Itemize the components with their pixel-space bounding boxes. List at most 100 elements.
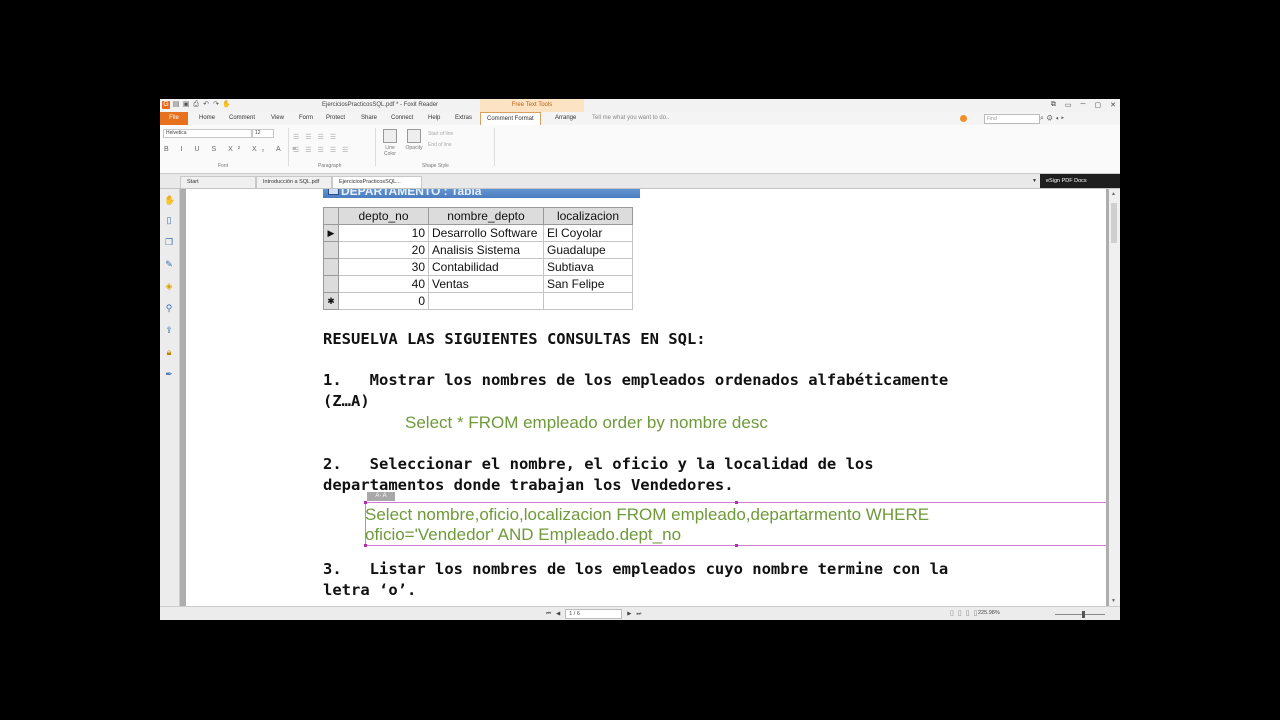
end-of-line-option[interactable]: End of line <box>428 140 453 151</box>
page-icon[interactable]: ▯ <box>164 215 174 225</box>
start-of-line-option[interactable]: Start of line <box>428 129 453 140</box>
ribbon-panel: Helvetica 12 B I U S X² X₂ A ≡ Font ☰☰☰☰… <box>160 125 1120 174</box>
page-number-input[interactable]: 1 / 6 <box>565 609 623 619</box>
lock-icon[interactable]: 🔒︎ <box>164 347 174 357</box>
ribbon-icon[interactable]: ▭ <box>1065 101 1072 109</box>
table-cell: Desarrollo Software <box>428 224 544 242</box>
esign-button[interactable]: eSign PDF Docs <box>1040 174 1120 188</box>
maximize-button[interactable]: ▢ <box>1095 101 1102 109</box>
table-row: ▶ 10 Desarrollo Software El Coyolar <box>323 224 633 242</box>
close-button[interactable]: ✕ <box>1110 101 1116 109</box>
scroll-up-icon[interactable]: ▲ <box>1111 191 1116 197</box>
ribbon-separator <box>288 128 289 166</box>
line-ending-options[interactable]: Start of line End of line <box>428 129 453 151</box>
find-input[interactable]: Find <box>984 114 1040 124</box>
table-row: 30 Contabilidad Subtiava <box>323 258 633 276</box>
hand-icon[interactable]: ✋ <box>164 195 175 205</box>
doc-tab-introduccion[interactable]: Introducción a SQL.pdf <box>256 176 332 188</box>
table-row: 40 Ventas San Felipe <box>323 275 633 293</box>
answer-2-line-2[interactable]: oficio='Vendedor' AND Empleado.dept_no <box>365 525 681 545</box>
first-page-icon[interactable]: ⏮ <box>546 611 551 618</box>
hand-tool-icon[interactable]: ✋ <box>222 101 231 109</box>
save-icon[interactable]: ▣ <box>182 101 190 109</box>
opacity-icon <box>407 129 421 143</box>
open-icon[interactable]: ▤ <box>172 101 180 109</box>
answer-1-text[interactable]: Select * FROM empleado order by nombre d… <box>405 413 768 433</box>
column-header: depto_no <box>338 207 429 225</box>
pen-icon[interactable]: ✒ <box>164 369 174 379</box>
navigation-panel: ✋ ▯ ❐ ✎ ◈ ⚲ ⇪ 🔒︎ ✒ <box>160 189 180 607</box>
window-title: EjerciciosPracticosSQL.pdf * - Foxit Rea… <box>322 102 439 108</box>
chevron-down-icon[interactable]: ▼ <box>1032 174 1037 188</box>
find-options-icons[interactable]: ⌕⚙◂▸ <box>1040 112 1067 125</box>
prev-page-icon[interactable]: ◀ <box>556 611 560 617</box>
last-page-icon[interactable]: ⏭ <box>636 611 641 618</box>
tab-form[interactable]: Form <box>299 112 313 125</box>
doc-tab-ejercicios[interactable]: EjerciciosPracticosSQL... <box>332 176 422 188</box>
resize-handle[interactable] <box>364 501 367 504</box>
table-cell: Subtiava <box>543 258 633 276</box>
window-controls: ⧉ ▭ ─ ▢ ✕ <box>1051 101 1116 109</box>
resize-handle[interactable] <box>735 501 738 504</box>
restore-icon[interactable]: ⧉ <box>1051 101 1056 109</box>
table-icon <box>328 189 339 195</box>
tab-share[interactable]: Share <box>361 112 377 125</box>
print-icon[interactable]: ⎙ <box>192 101 200 109</box>
answer-2-line-1[interactable]: Select nombre,oficio,localizacion FROM e… <box>365 505 929 525</box>
tab-file[interactable]: File <box>160 112 188 125</box>
opacity-button[interactable]: Opacity <box>404 129 424 151</box>
copy-icon[interactable]: ❐ <box>164 237 174 247</box>
line-color-button[interactable]: Line Color <box>380 129 400 157</box>
vertical-scrollbar[interactable]: ▲ ▼ <box>1109 189 1120 606</box>
document-viewer[interactable]: DEPARTAMENTO : Tabla depto_no nombre_dep… <box>180 189 1109 606</box>
scroll-down-icon[interactable]: ▼ <box>1111 598 1116 604</box>
tab-home[interactable]: Home <box>199 112 215 125</box>
tab-connect[interactable]: Connect <box>391 112 413 125</box>
next-page-icon[interactable]: ▶ <box>627 611 631 617</box>
status-bar: ⏮ ◀ 1 / 6 ▶ ⏭ ▯▯▯▯ 225.98% <box>160 606 1120 620</box>
table-cell: 20 <box>338 241 429 259</box>
tab-help[interactable]: Help <box>428 112 440 125</box>
question-3-line-2: letra ‘o’. <box>323 581 417 599</box>
table-row: 20 Analisis Sistema Guadalupe <box>323 241 633 259</box>
redo-icon[interactable]: ↷ <box>212 101 220 109</box>
free-text-tools-context-label: Free Text Tools <box>480 99 584 112</box>
tab-comment[interactable]: Comment <box>229 112 255 125</box>
font-size-select[interactable]: 12 <box>252 129 274 138</box>
table-cell: 0 <box>338 292 429 310</box>
quick-access-toolbar: G ▤ ▣ ⎙ ↶ ↷ ✋ <box>162 101 231 110</box>
lightbulb-icon[interactable] <box>960 115 967 122</box>
new-row-asterisk-icon: ✱ <box>323 292 339 310</box>
font-name-select[interactable]: Helvetica <box>163 129 252 138</box>
attachment-icon[interactable]: ⚲ <box>164 303 174 313</box>
resize-handle[interactable] <box>735 544 738 547</box>
table-cell: Analisis Sistema <box>428 241 544 259</box>
signature-icon[interactable]: ✎ <box>164 259 174 269</box>
zoom-slider-knob[interactable] <box>1082 611 1085 618</box>
tab-extras[interactable]: Extras <box>455 112 472 125</box>
zoom-slider[interactable] <box>1055 614 1105 615</box>
table-cell: 30 <box>338 258 429 276</box>
tab-view[interactable]: View <box>271 112 284 125</box>
text-format-buttons[interactable]: B I U S X² X₂ A ≡ <box>164 146 301 153</box>
foxit-logo-icon: G <box>162 101 170 109</box>
tab-protect[interactable]: Protect <box>326 112 345 125</box>
export-icon[interactable]: ⇪ <box>164 325 174 335</box>
layers-icon[interactable]: ◈ <box>164 281 174 291</box>
tab-arrange[interactable]: Arrange <box>555 112 576 125</box>
tab-comment-format[interactable]: Comment Format <box>480 112 541 126</box>
scroll-thumb[interactable] <box>1111 203 1117 243</box>
column-header: localizacion <box>543 207 633 225</box>
text-box-handle-tag[interactable]: A· A <box>367 492 395 501</box>
table-cell: San Felipe <box>543 275 633 293</box>
paragraph-buttons[interactable]: ☰☰☰☰ ☰☰☰☰☰ <box>293 131 354 157</box>
table-cell: 10 <box>338 224 429 242</box>
minimize-button[interactable]: ─ <box>1081 101 1086 109</box>
page-view-icons[interactable]: ▯▯▯▯ <box>950 609 981 617</box>
doc-tab-start[interactable]: Start <box>180 176 256 188</box>
row-selector-header <box>323 207 339 225</box>
zoom-level[interactable]: 225.98% <box>978 610 1000 616</box>
tell-me-search[interactable]: Tell me what you want to do.. <box>592 112 669 125</box>
undo-icon[interactable]: ↶ <box>202 101 210 109</box>
table-cell: 40 <box>338 275 429 293</box>
